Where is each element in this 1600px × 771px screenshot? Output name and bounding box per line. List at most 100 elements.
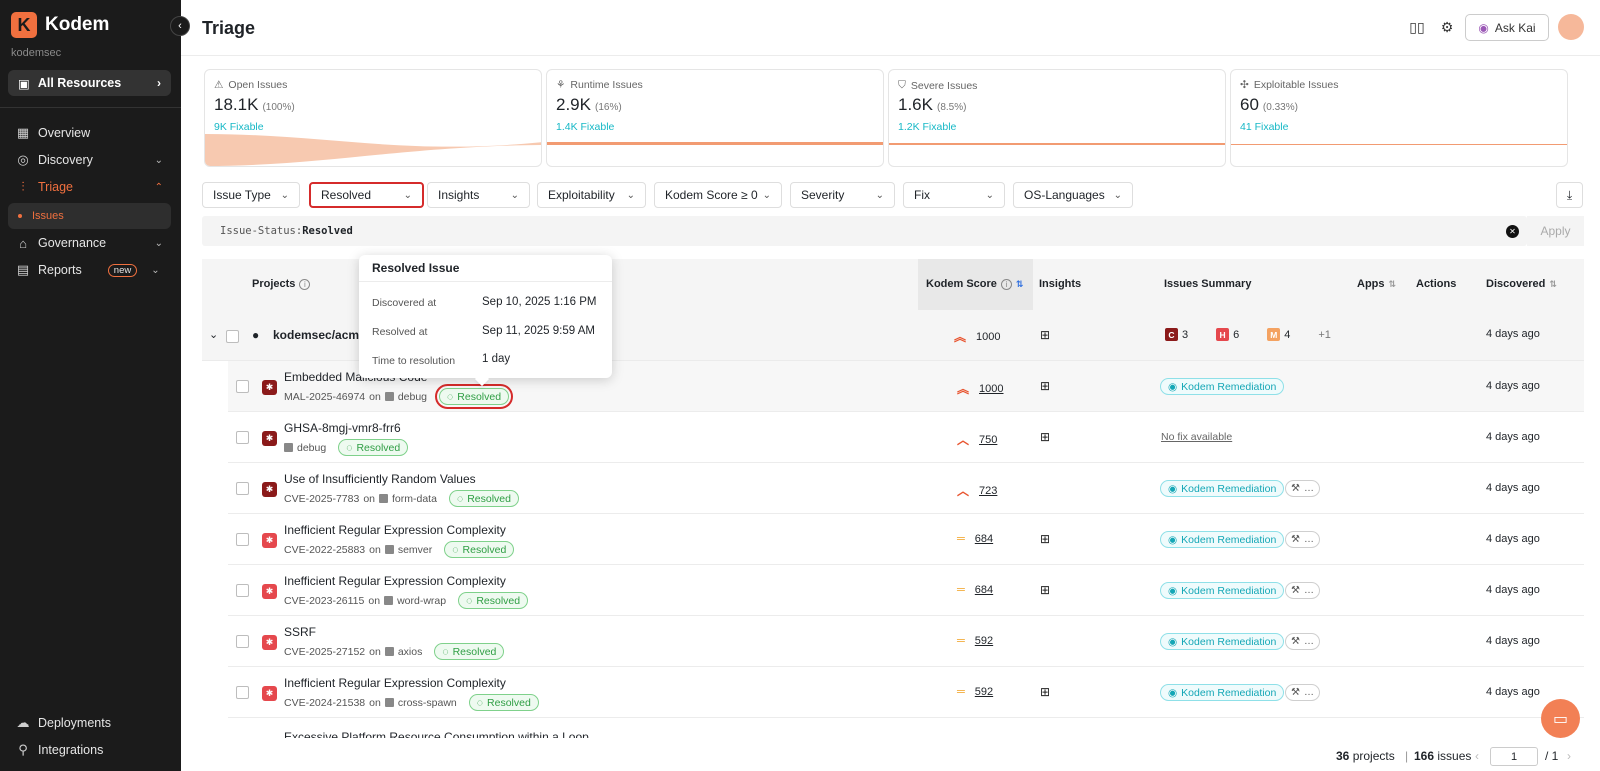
sidebar-item-issues[interactable]: Issues [8,203,171,229]
kodem-remediation-badge[interactable]: ◉ Kodem Remediation [1160,378,1285,395]
chat-button[interactable]: ▭ [1541,699,1580,738]
fix-tools-chip[interactable]: ⚒… [1285,684,1320,701]
score-value: 1000 [979,382,1004,395]
more-count[interactable]: +1 [1318,328,1331,341]
kodem-score[interactable]: ═ 684 [957,584,993,596]
kodem-remediation-badge[interactable]: ◉ Kodem Remediation [1160,531,1285,548]
query-input[interactable]: Issue-Status: Resolved [202,216,1527,246]
logo[interactable]: K Kodem [11,12,109,38]
col-projects[interactable]: Projects i [252,278,311,290]
kodem-score[interactable]: ═ 592 [957,686,993,698]
sidebar-item-reports[interactable]: ▤ Reports new ⌄ [8,257,171,283]
resolved-badge[interactable]: ◌ Resolved [434,643,505,660]
stat-card-open[interactable]: ⚠ Open Issues 18.1K (100%) 9K Fixable [204,69,542,167]
issue-title[interactable]: GHSA-8mgj-vmr8-frr6 [284,421,401,435]
row-checkbox[interactable] [236,635,249,648]
collapse-chevron-icon[interactable]: ⌄ [209,328,218,341]
col-discovered[interactable]: Discovered ⇅ [1486,278,1557,290]
card-pct: (16%) [594,102,622,113]
fix-tools-chip[interactable]: ⚒… [1285,633,1320,650]
row-checkbox[interactable] [236,482,249,495]
insight-icon[interactable]: ⊞ [1040,685,1050,699]
filter-exploitability[interactable]: Exploitability ⌄ [537,182,646,208]
sidebar-item-deployments[interactable]: ☁ Deployments [8,710,171,736]
kodem-remediation-badge[interactable]: ◉ Kodem Remediation [1160,684,1285,701]
apply-button[interactable]: Apply [1527,216,1584,246]
check-circle-icon: ◌ [476,696,484,709]
resolved-badge[interactable]: ◌ Resolved [468,694,539,711]
issue-title[interactable]: Inefficient Regular Expression Complexit… [284,676,506,690]
insight-icon[interactable]: ⊞ [1040,328,1050,342]
fix-tools-chip[interactable]: ⚒… [1285,480,1320,497]
row-checkbox[interactable] [236,584,249,597]
issue-title[interactable]: Inefficient Regular Expression Complexit… [284,574,506,588]
row-checkbox[interactable] [236,431,249,444]
row-checkbox[interactable] [236,533,249,546]
all-resources-button[interactable]: ▣ All Resources › [8,70,171,96]
issue-title[interactable]: SSRF [284,625,316,639]
insight-icon[interactable]: ⊞ [1040,430,1050,444]
filter-severity[interactable]: Severity ⌄ [790,182,895,208]
gear-icon[interactable]: ⚙ [1437,17,1457,37]
filter-os-languages[interactable]: OS-Languages ⌄ [1013,182,1133,208]
filter-fix[interactable]: Fix ⌄ [903,182,1005,208]
insight-icon[interactable]: ⊞ [1040,532,1050,546]
fix-tools-chip[interactable]: ⚒… [1285,582,1320,599]
footer-separator: | [1405,749,1409,763]
resolved-badge[interactable]: ◌ Resolved [448,490,519,507]
col-kodem-score[interactable]: Kodem Score i ⇅ [926,278,1023,290]
kodem-remediation-badge[interactable]: ◉ Kodem Remediation [1160,633,1285,650]
check-circle-icon: ◌ [442,645,449,658]
no-fix-link[interactable]: No fix available [1161,431,1232,443]
filter-issue-type[interactable]: Issue Type ⌄ [202,182,300,208]
chevron-down-icon: ⌄ [875,189,884,201]
filter-resolved[interactable]: Resolved ⌄ [309,182,424,208]
filter-kodem-score[interactable]: Kodem Score ≥ 0 ⌄ [654,182,782,208]
insight-icon[interactable]: ⊞ [1040,379,1050,393]
check-circle-icon: ◌ [447,390,454,403]
sidebar-item-triage[interactable]: ⫶ Triage ⌃ [8,174,171,200]
col-issues-summary[interactable]: Issues Summary [1164,278,1251,290]
col-apps[interactable]: Apps ⇅ [1357,278,1396,290]
group-checkbox[interactable] [226,330,239,343]
kodem-score[interactable]: ︽ 1000 [957,380,1004,397]
resolved-badge[interactable]: ◌ Resolved [458,592,529,609]
clear-query-icon[interactable]: ✕ [1506,225,1519,238]
kodem-score[interactable]: ︿ 750 [957,431,997,448]
page-input[interactable]: 1 [1490,747,1538,766]
issue-title[interactable]: Inefficient Regular Expression Complexit… [284,523,506,537]
resolved-badge[interactable]: ◌ Resolved [444,541,515,558]
sidebar-item-discovery[interactable]: ◎ Discovery ⌄ [8,147,171,173]
docs-icon[interactable]: ▯▯ [1407,17,1427,37]
stat-card-severe[interactable]: ⛉ Severe Issues 1.6K (8.5%) 1.2K Fixable [888,69,1226,167]
avatar[interactable] [1558,14,1584,40]
kodem-score[interactable]: ═ 684 [957,533,993,545]
kodem-remediation-badge[interactable]: ◉ Kodem Remediation [1160,582,1285,599]
resolved-badge[interactable]: ◌ Resolved [435,384,514,409]
sidebar-item-overview[interactable]: ▦ Overview [8,120,171,146]
kodem-score[interactable]: ︿ 723 [957,482,997,499]
filter-label: Severity [801,188,845,202]
filter-insights[interactable]: Insights ⌄ [427,182,530,208]
issue-title[interactable]: Use of Insufficiently Random Values [284,472,476,486]
row-checkbox[interactable] [236,686,249,699]
row-checkbox[interactable] [236,380,249,393]
stat-card-exploitable[interactable]: ✣ Exploitable Issues 60 (0.33%) 41 Fixable [1230,69,1568,167]
status-label: Resolved [462,543,507,556]
ask-kai-button[interactable]: ◉ Ask Kai [1465,14,1549,41]
fix-tools-chip[interactable]: ⚒… [1285,531,1320,548]
table-row[interactable] [228,412,1584,463]
stat-card-runtime[interactable]: ⚘ Runtime Issues 2.9K (16%) 1.4K Fixable [546,69,884,167]
sidebar-item-integrations[interactable]: ⚲ Integrations [8,737,171,763]
col-insights[interactable]: Insights [1039,278,1081,290]
kodem-remediation-badge[interactable]: ◉ Kodem Remediation [1160,480,1285,497]
download-button[interactable]: ⤓ [1556,182,1583,208]
collapse-sidebar-button[interactable]: ‹ [170,16,190,36]
prev-page-icon[interactable]: ‹ [1475,749,1479,763]
next-page-icon[interactable]: › [1567,749,1571,763]
resolved-badge[interactable]: ◌ Resolved [338,439,409,456]
project-name[interactable]: kodemsec/acm [273,328,359,342]
kodem-score[interactable]: ═ 592 [957,635,993,647]
sidebar-item-governance[interactable]: ⌂ Governance ⌄ [8,230,171,256]
insight-icon[interactable]: ⊞ [1040,583,1050,597]
